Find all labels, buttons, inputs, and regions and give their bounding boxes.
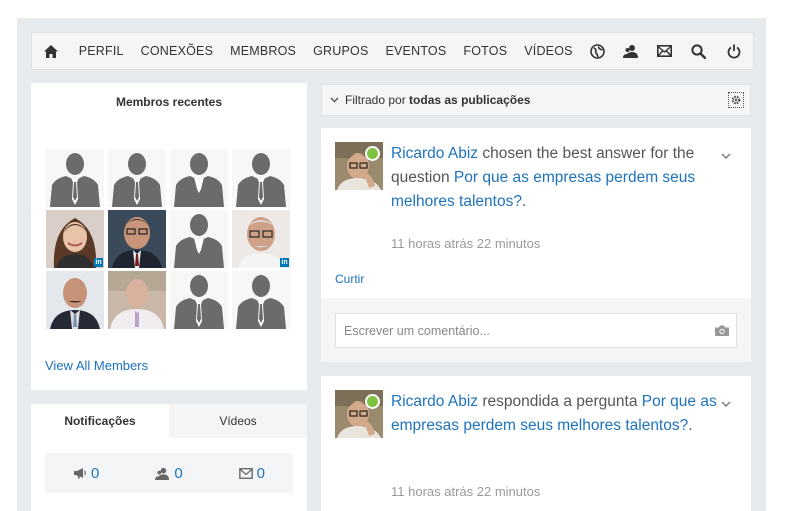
tab-notifications[interactable]: Notificações (31, 404, 169, 438)
post-options-chevron-icon[interactable] (721, 146, 731, 164)
megaphone-icon (73, 468, 86, 479)
gear-icon[interactable] (728, 92, 744, 108)
post-suffix: . (521, 193, 527, 210)
messages-count-value: 0 (256, 464, 265, 482)
mail-icon (238, 467, 253, 479)
notifications-panel: Notificações Vídeos 0 0 0 (31, 404, 307, 511)
nav-item-perfil[interactable]: PERFIL (70, 44, 132, 58)
member-avatar-placeholder[interactable] (170, 271, 228, 329)
view-all-members-link[interactable]: View All Members (45, 358, 148, 373)
nav-item-fotos[interactable]: FOTOS (455, 44, 516, 58)
filter-value: todas as publicações (409, 93, 531, 107)
member-avatar-placeholder[interactable] (170, 149, 228, 207)
nav-item-grupos[interactable]: GRUPOS (305, 44, 377, 58)
author-link[interactable]: Ricardo Abiz (391, 145, 478, 162)
member-avatar-placeholder[interactable] (108, 149, 166, 207)
post-text: Ricardo Abiz chosen the best answer for … (391, 142, 721, 214)
recent-members-title: Membros recentes (115, 95, 223, 109)
post-timestamp: 11 horas atrás 22 minutos (391, 236, 541, 251)
friend-requests-count[interactable]: 0 (155, 464, 183, 482)
member-avatar-placeholder[interactable] (232, 271, 290, 329)
camera-icon[interactable] (708, 325, 736, 336)
globe-icon[interactable] (581, 43, 614, 59)
comment-box (335, 313, 737, 348)
comment-input[interactable] (336, 314, 708, 347)
messages-count[interactable]: 0 (238, 464, 265, 482)
home-icon[interactable] (32, 44, 70, 58)
linkedin-badge-icon: in (280, 258, 289, 267)
online-status-indicator (365, 394, 380, 409)
power-icon[interactable] (715, 44, 753, 59)
notification-counts: 0 0 0 (45, 453, 293, 493)
nav-item-eventos[interactable]: EVENTOS (377, 44, 455, 58)
activity-post: Ricardo Abiz chosen the best answer for … (321, 128, 751, 362)
filter-prefix: Filtrado por (345, 93, 406, 107)
post-timestamp: 11 horas atrás 22 minutos (391, 484, 541, 499)
chevron-down-icon[interactable] (330, 97, 339, 103)
friends-icon[interactable] (615, 44, 648, 58)
post-action-text: respondida a pergunta (478, 393, 642, 410)
nav-item-membros[interactable]: MEMBROS (222, 44, 305, 58)
member-avatar-man-tie[interactable] (46, 271, 104, 329)
friends-icon (155, 467, 170, 480)
filter-label[interactable]: Filtrado por todas as publicações (345, 93, 530, 107)
activity-post: Ricardo Abiz respondida a pergunta Por q… (321, 376, 751, 511)
mail-icon[interactable] (648, 45, 681, 57)
tab-videos[interactable]: Vídeos (169, 404, 307, 438)
nav-item-videos[interactable]: VÍDEOS (516, 44, 581, 58)
author-link[interactable]: Ricardo Abiz (391, 393, 478, 410)
activity-filter-bar: Filtrado por todas as publicações (321, 84, 751, 116)
post-suffix: . (688, 417, 693, 434)
online-status-indicator (365, 146, 380, 161)
linkedin-badge-icon: in (94, 258, 103, 267)
member-avatar-placeholder[interactable] (170, 210, 228, 268)
recent-members-panel: Membros recentes in in View All Members (31, 83, 307, 390)
comment-area (321, 298, 751, 362)
nav-item-conexoes[interactable]: CONEXÕES (132, 44, 221, 58)
member-avatar-man-gray[interactable] (108, 271, 166, 329)
search-icon[interactable] (681, 43, 714, 59)
member-avatar-placeholder[interactable] (46, 149, 104, 207)
friend-requests-count-value: 0 (174, 464, 183, 482)
member-avatar-man-suit[interactable] (108, 210, 166, 268)
member-avatar-man-glasses[interactable]: in (232, 210, 290, 268)
page-frame: PERFIL CONEXÕES MEMBROS GRUPOS EVENTOS F… (17, 18, 766, 511)
top-nav: PERFIL CONEXÕES MEMBROS GRUPOS EVENTOS F… (31, 32, 754, 70)
members-grid: in in (46, 149, 294, 329)
post-options-chevron-icon[interactable] (721, 394, 731, 412)
alerts-count-value: 0 (90, 464, 100, 482)
alerts-count[interactable]: 0 (73, 465, 99, 482)
notifications-tabs: Notificações Vídeos (31, 404, 307, 438)
post-text: Ricardo Abiz respondida a pergunta Por q… (391, 390, 721, 438)
member-avatar-placeholder[interactable] (232, 149, 290, 207)
like-link[interactable]: Curtir (335, 272, 364, 286)
member-avatar-woman[interactable]: in (46, 210, 104, 268)
